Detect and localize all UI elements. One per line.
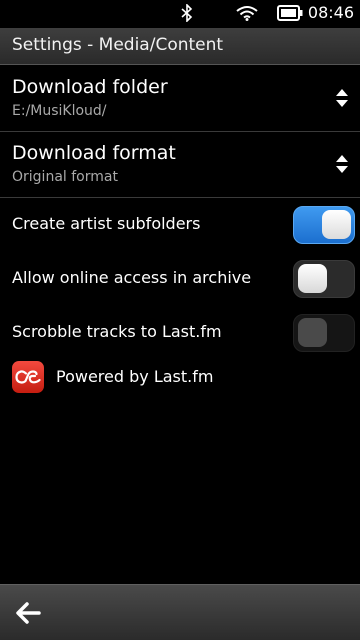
download-format-setting[interactable]: Download format Original format bbox=[0, 132, 360, 198]
allow-online-access-setting: Allow online access in archive bbox=[0, 253, 360, 307]
toggle-knob bbox=[298, 264, 327, 293]
scrobble-toggle[interactable] bbox=[293, 314, 355, 352]
title-bar: Settings - Media/Content bbox=[0, 28, 360, 65]
up-down-arrows-icon[interactable] bbox=[335, 88, 349, 112]
back-button[interactable] bbox=[6, 593, 50, 633]
up-down-arrows-icon[interactable] bbox=[335, 154, 349, 178]
bottom-toolbar bbox=[0, 584, 360, 640]
download-format-value: Original format bbox=[12, 169, 118, 185]
status-bar: 08:46 bbox=[0, 0, 360, 28]
toggle-knob bbox=[298, 318, 327, 347]
bluetooth-icon bbox=[181, 3, 193, 26]
allow-online-access-toggle[interactable] bbox=[293, 260, 355, 298]
download-folder-label: Download folder bbox=[12, 76, 168, 98]
download-folder-value: E:/MusiKloud/ bbox=[12, 103, 107, 119]
create-artist-subfolders-setting: Create artist subfolders bbox=[0, 199, 360, 253]
scrobble-setting: Scrobble tracks to Last.fm bbox=[0, 307, 360, 361]
create-artist-subfolders-toggle[interactable] bbox=[293, 206, 355, 244]
wifi-icon bbox=[236, 5, 258, 25]
status-clock: 08:46 bbox=[307, 3, 354, 22]
download-format-label: Download format bbox=[12, 142, 176, 164]
toggle-knob bbox=[322, 210, 351, 239]
scrobble-label: Scrobble tracks to Last.fm bbox=[12, 322, 222, 341]
lastfm-logo-icon bbox=[12, 361, 44, 393]
allow-online-access-label: Allow online access in archive bbox=[12, 268, 252, 287]
download-folder-setting[interactable]: Download folder E:/MusiKloud/ bbox=[0, 66, 360, 132]
powered-by-text: Powered by Last.fm bbox=[56, 367, 214, 386]
back-arrow-icon bbox=[16, 602, 41, 624]
screen: 08:46 Settings - Media/Content Download … bbox=[0, 0, 360, 640]
battery-icon bbox=[277, 5, 303, 25]
create-artist-subfolders-label: Create artist subfolders bbox=[12, 214, 201, 233]
powered-by-lastfm: Powered by Last.fm bbox=[0, 360, 360, 396]
page-title: Settings - Media/Content bbox=[12, 35, 224, 55]
